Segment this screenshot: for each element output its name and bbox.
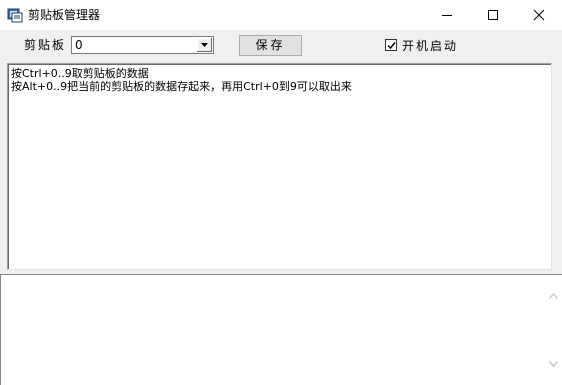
close-button[interactable] — [516, 0, 562, 30]
window-title: 剪贴板管理器 — [28, 8, 101, 22]
clipboard-slot-value: 0 — [75, 38, 83, 52]
instruction-line: 按Alt+0..9把当前的剪贴板的数据存起来，再用Ctrl+0到9可以取出来 — [11, 80, 352, 93]
checkmark-icon — [387, 42, 396, 50]
clipboard-slot-select[interactable]: 0 — [71, 36, 214, 54]
app-icon — [7, 7, 23, 23]
app-window: 剪贴板管理器 剪贴板 0 保存 开机启动 按Ctrl+0..9取剪贴板的数据 按… — [0, 0, 562, 385]
scroll-up-button[interactable] — [545, 275, 562, 309]
minimize-button[interactable] — [424, 0, 470, 30]
maximize-icon — [488, 10, 498, 20]
minimize-icon — [442, 15, 452, 16]
chevron-down-icon — [549, 361, 558, 367]
instruction-line: 按Ctrl+0..9取剪贴板的数据 — [11, 67, 149, 80]
scroll-down-button[interactable] — [545, 351, 562, 385]
save-button[interactable]: 保存 — [239, 35, 302, 56]
clipboard-content-area[interactable] — [0, 274, 562, 385]
chevron-down-icon — [201, 43, 208, 47]
chevron-up-icon — [549, 293, 558, 299]
autostart-checkbox[interactable] — [385, 39, 397, 51]
clipboard-slot-label: 剪贴板 — [24, 38, 67, 52]
dropdown-button[interactable] — [196, 38, 212, 52]
close-icon — [533, 9, 545, 21]
maximize-button[interactable] — [470, 0, 516, 30]
instructions-text-area[interactable]: 按Ctrl+0..9取剪贴板的数据 按Alt+0..9把当前的剪贴板的数据存起来… — [7, 63, 552, 270]
autostart-label: 开机启动 — [402, 39, 459, 53]
vertical-scrollbar[interactable] — [545, 275, 562, 385]
title-bar[interactable]: 剪贴板管理器 — [0, 0, 562, 30]
